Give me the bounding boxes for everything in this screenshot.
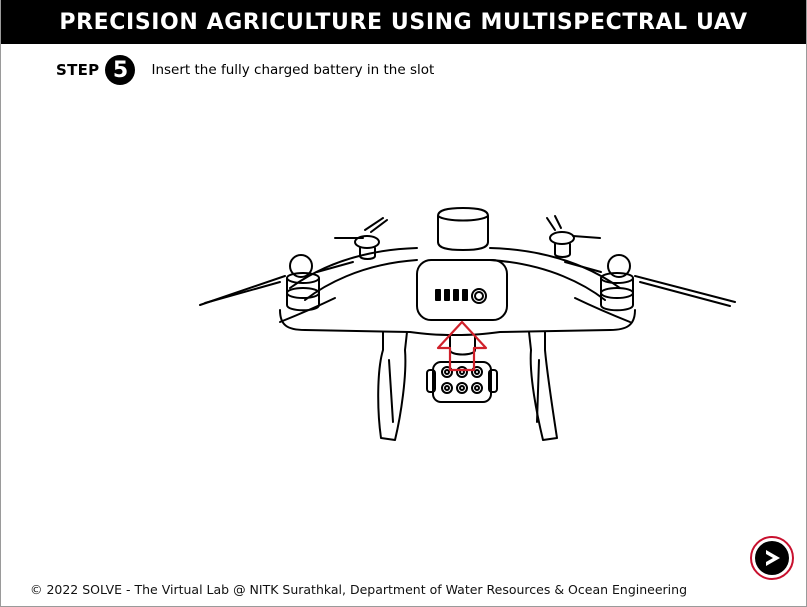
next-button[interactable] <box>750 536 794 580</box>
title-bar: PRECISION AGRICULTURE USING MULTISPECTRA… <box>1 0 806 44</box>
drone-illustration <box>199 207 736 441</box>
step-number-badge: 5 <box>105 55 136 85</box>
step-instruction: STEP 5 Insert the fully charged battery … <box>56 55 435 85</box>
step-text: Insert the fully charged battery in the … <box>151 62 435 78</box>
page-title: PRECISION AGRICULTURE USING MULTISPECTRA… <box>59 9 748 35</box>
next-arrow-icon <box>755 541 789 575</box>
footer-copyright: © 2022 SOLVE - The Virtual Lab @ NITK Su… <box>29 582 688 597</box>
step-label: STEP <box>56 61 100 79</box>
